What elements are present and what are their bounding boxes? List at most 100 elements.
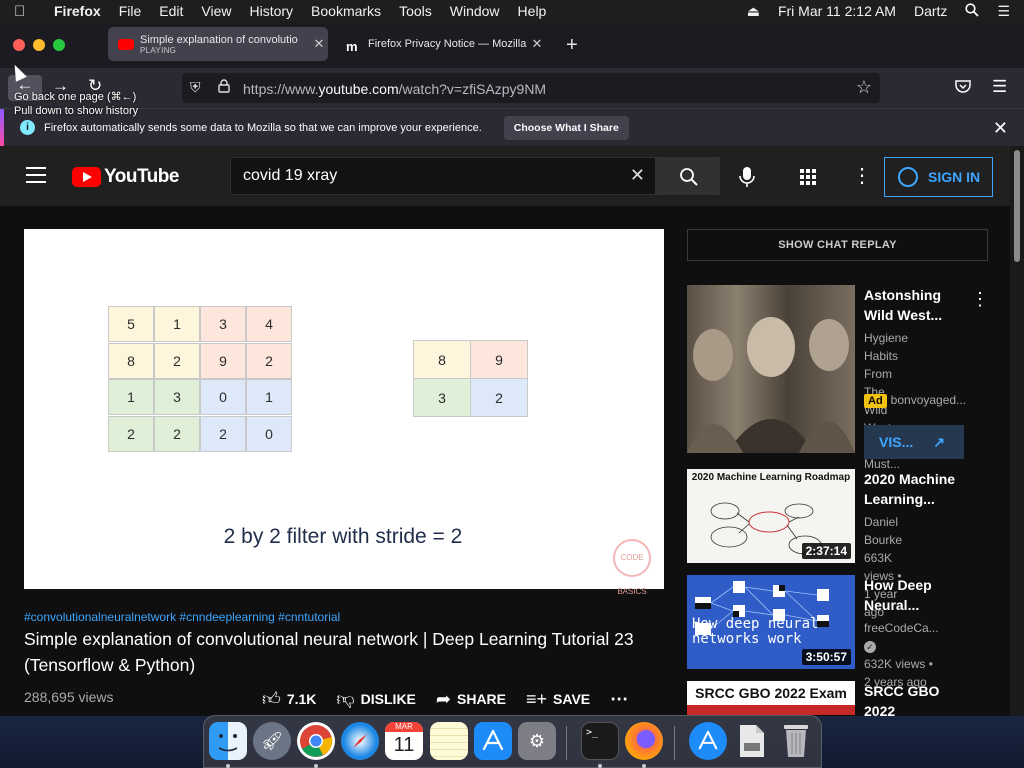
terminal-icon[interactable]: >_ [581, 722, 619, 760]
menu-file[interactable]: File [119, 3, 142, 19]
code-basics-watermark: CODE BASICS [613, 539, 651, 596]
search-field[interactable]: ✕ [230, 157, 656, 195]
menu-help[interactable]: Help [518, 3, 547, 19]
finder-icon[interactable] [209, 722, 247, 760]
document-stack-icon[interactable] [733, 722, 771, 760]
page-scrollbar[interactable] [1010, 146, 1024, 716]
menu-edit[interactable]: Edit [159, 3, 183, 19]
safari-compass-icon[interactable] [341, 722, 379, 760]
menu-view[interactable]: View [201, 3, 231, 19]
tab-close-icon[interactable]: ✕ [528, 36, 546, 52]
window-zoom-button[interactable] [53, 39, 65, 51]
menubar-clock[interactable]: Fri Mar 11 2:12 AM [778, 3, 896, 19]
visit-advertiser-button[interactable]: VIS... ↗ [864, 425, 964, 459]
menu-bookmarks[interactable]: Bookmarks [311, 3, 381, 19]
ad-description-line: Hygiene Habits [864, 331, 909, 363]
app-store-downloads-icon[interactable] [689, 722, 727, 760]
dock-separator [674, 726, 675, 760]
apps-grid-icon[interactable] [799, 168, 817, 191]
chrome-icon[interactable] [297, 722, 335, 760]
settings-more-vertical-icon[interactable]: ⋮ [852, 166, 872, 186]
guide-menu-icon[interactable] [26, 167, 46, 188]
sign-in-button[interactable]: SIGN IN [884, 157, 993, 197]
dislike-button[interactable]: 👎︎ DISLIKE [336, 688, 416, 710]
tab-close-icon[interactable]: ✕ [310, 36, 328, 52]
more-actions-icon[interactable]: ⋯ [610, 689, 628, 710]
voice-search-mic-icon[interactable] [739, 166, 755, 193]
menu-history[interactable]: History [249, 3, 293, 19]
tab-title: Firefox Privacy Notice — Mozilla [368, 38, 527, 50]
window-close-button[interactable] [13, 39, 25, 51]
ad-thumbnail[interactable] [687, 285, 855, 453]
share-label: SHARE [457, 691, 507, 707]
eject-icon[interactable]: ⏏ [747, 3, 760, 20]
video-player[interactable]: 5134829213012220 8932 2 by 2 filter with… [24, 229, 664, 596]
tab-firefox-privacy[interactable]: m Firefox Privacy Notice — Mozilla ✕ [336, 27, 546, 61]
video-thumbnail[interactable]: SRCC GBO 2022 Exam [687, 681, 855, 715]
notification-accent [0, 109, 4, 147]
url-text[interactable]: https://www.youtube.com/watch?v=zfiSAzpy… [243, 81, 546, 97]
video-title: Simple explanation of convolutional neur… [24, 629, 634, 675]
launchpad-rocket-icon[interactable]: 🚀︎ [253, 722, 291, 760]
input-matrix-cell: 0 [246, 415, 292, 452]
choose-what-i-share-button[interactable]: Choose What I Share [503, 115, 629, 140]
pocket-icon[interactable] [955, 78, 971, 98]
tracking-protection-shield-icon[interactable]: ⛨ [190, 79, 201, 96]
ad-more-vertical-icon[interactable]: ⋮ [971, 289, 989, 310]
video-title-link[interactable]: 2020 Machine Learning... [864, 469, 969, 509]
apple-menu-icon[interactable]:  [14, 3, 42, 20]
tooltip-line: Go back one page (⌘←) [14, 91, 137, 103]
control-center-icon[interactable]: ☰ [997, 3, 1010, 20]
system-preferences-gear-icon[interactable]: ⚙ [518, 722, 556, 760]
dock-running-indicator [598, 764, 602, 768]
visit-label: VIS... [879, 434, 914, 450]
show-chat-replay-button[interactable]: SHOW CHAT REPLAY [687, 229, 988, 261]
save-label: SAVE [553, 691, 591, 707]
menubar-status-area: ⏏ Fri Mar 11 2:12 AM Dartz ☰ [747, 0, 1024, 22]
clear-search-icon[interactable]: ✕ [630, 165, 645, 186]
video-duration: 3:50:57 [801, 649, 851, 665]
calendar-icon[interactable]: MAR 11 [385, 722, 423, 760]
macos-dock: 🚀︎ MAR 11 ⚙ >_ [203, 715, 822, 768]
like-button[interactable]: 👍︎ 7.1K [262, 688, 316, 710]
sign-in-label: SIGN IN [928, 169, 981, 185]
ad-title[interactable]: Astonshing Wild West... [864, 285, 969, 325]
firefox-icon[interactable] [625, 722, 663, 760]
menu-app-name[interactable]: Firefox [54, 3, 101, 19]
notes-icon[interactable] [430, 722, 468, 760]
trash-icon[interactable] [777, 722, 815, 760]
window-minimize-button[interactable] [33, 39, 45, 51]
new-tab-plus-icon[interactable]: + [566, 34, 578, 57]
channel-name[interactable]: freeCodeCa... [864, 621, 939, 635]
video-hashtags[interactable]: #convolutionalneuralnetwork #cnndeeplear… [24, 610, 340, 624]
video-thumbnail[interactable]: 2020 Machine Learning Roadmap 2:37:14 [687, 469, 855, 563]
spotlight-search-icon[interactable] [965, 2, 980, 20]
save-button[interactable]: ≡+ SAVE [526, 689, 590, 710]
search-input[interactable] [231, 158, 621, 194]
scrollbar-thumb[interactable] [1014, 150, 1020, 262]
hamburger-menu-icon[interactable]: ☰ [992, 77, 1007, 97]
lock-icon[interactable] [218, 79, 230, 96]
menubar-user[interactable]: Dartz [914, 3, 947, 19]
bookmark-star-icon[interactable]: ☆ [856, 77, 872, 98]
menu-window[interactable]: Window [450, 3, 500, 19]
app-store-icon[interactable] [474, 722, 512, 760]
input-matrix-cell: 9 [200, 342, 246, 379]
dock-separator [566, 726, 567, 760]
share-button[interactable]: ➦ SHARE [436, 689, 506, 710]
playlist-add-icon: ≡+ [526, 688, 548, 709]
video-thumbnail[interactable]: How deep neural networks work 3:50:57 [687, 575, 855, 669]
slide-caption: 2 by 2 filter with stride = 2 [223, 525, 463, 548]
thumbnail-overlay-text: How deep neural networks work [692, 616, 819, 647]
notification-close-icon[interactable]: ✕ [993, 118, 1008, 139]
menu-tools[interactable]: Tools [399, 3, 432, 19]
input-matrix-cell: 0 [200, 379, 246, 415]
video-title-link[interactable]: How Deep Neural... [864, 575, 969, 615]
url-bar[interactable]: ⛨ https://www.youtube.com/watch?v=zfiSAz… [182, 73, 880, 103]
channel-name[interactable]: Daniel Bourke [864, 513, 902, 549]
input-matrix-cell: 2 [154, 415, 200, 452]
search-button[interactable] [656, 157, 720, 195]
tab-youtube-video[interactable]: Simple explanation of convolutio PLAYING… [108, 27, 328, 61]
youtube-logo[interactable]: YouTube [72, 166, 179, 188]
share-arrow-icon: ➦ [435, 688, 451, 709]
